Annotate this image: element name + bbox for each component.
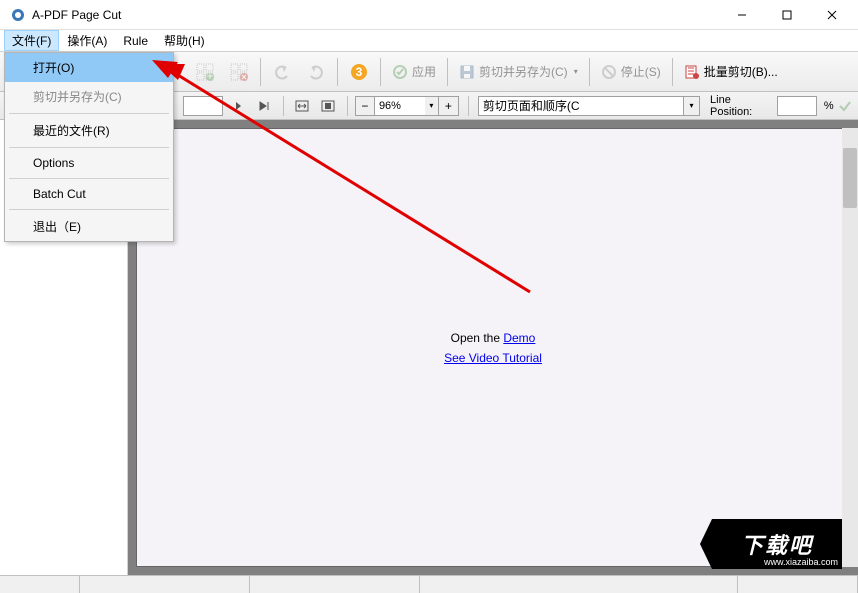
cut-save-as-label: 剪切并另存为(C) bbox=[479, 63, 568, 80]
apply-button[interactable]: 应用 bbox=[386, 56, 442, 88]
watermark-url: www.xiazaiba.com bbox=[764, 557, 838, 567]
zoom-out-button[interactable]: − bbox=[355, 96, 375, 116]
fit-page-button[interactable] bbox=[317, 95, 340, 117]
confirm-position-button[interactable] bbox=[837, 97, 854, 115]
line-position-unit: % bbox=[824, 100, 834, 112]
open-demo-line: Open the Demo bbox=[451, 331, 536, 345]
svg-text:3: 3 bbox=[356, 65, 363, 79]
grid-remove-button[interactable] bbox=[223, 56, 255, 88]
cut-order-combo[interactable]: 剪切页面和顺序(C ▾ bbox=[478, 96, 700, 116]
cut-save-as-button[interactable]: 剪切并另存为(C)▾ bbox=[453, 56, 584, 88]
menu-item-options[interactable]: Options bbox=[5, 150, 173, 176]
menu-rule[interactable]: Rule bbox=[115, 32, 156, 50]
document-page: Open the Demo See Video Tutorial bbox=[136, 128, 850, 567]
next-page-button[interactable] bbox=[226, 95, 249, 117]
line-position-label: Line Position: bbox=[710, 94, 774, 118]
menu-help[interactable]: 帮助(H) bbox=[156, 30, 213, 51]
menu-item-batch-cut[interactable]: Batch Cut bbox=[5, 181, 173, 207]
menu-item-recent[interactable]: 最近的文件(R) bbox=[5, 116, 173, 145]
minimize-button[interactable] bbox=[719, 1, 764, 29]
video-tutorial-link[interactable]: See Video Tutorial bbox=[444, 351, 542, 365]
window-title: A-PDF Page Cut bbox=[32, 8, 719, 22]
menu-item-cut-save-as[interactable]: 剪切并另存为(C) bbox=[5, 82, 173, 111]
page-number-input[interactable] bbox=[183, 96, 223, 116]
notification-button[interactable]: 3 bbox=[343, 56, 375, 88]
stop-label: 停止(S) bbox=[621, 63, 661, 80]
grid-add-button[interactable]: + bbox=[189, 56, 221, 88]
maximize-button[interactable] bbox=[764, 1, 809, 29]
cut-order-label: 剪切页面和顺序(C bbox=[479, 97, 683, 114]
vertical-scrollbar[interactable] bbox=[842, 128, 858, 567]
menu-file[interactable]: 文件(F) bbox=[4, 30, 59, 51]
menu-operation[interactable]: 操作(A) bbox=[59, 30, 115, 51]
chevron-down-icon[interactable]: ▾ bbox=[683, 97, 699, 115]
batch-cut-label: 批量剪切(B)... bbox=[704, 63, 778, 80]
menubar: 文件(F) 操作(A) Rule 帮助(H) bbox=[0, 30, 858, 52]
menu-item-exit[interactable]: 退出（E) bbox=[5, 212, 173, 241]
watermark-text: 下载吧 bbox=[741, 528, 813, 560]
apply-label: 应用 bbox=[412, 63, 436, 80]
file-dropdown-menu: 打开(O) 剪切并另存为(C) 最近的文件(R) Options Batch C… bbox=[4, 52, 174, 242]
svg-text:+: + bbox=[206, 69, 213, 82]
statusbar bbox=[0, 575, 858, 593]
last-page-button[interactable] bbox=[252, 95, 275, 117]
demo-link[interactable]: Demo bbox=[503, 331, 535, 345]
undo-button[interactable] bbox=[266, 56, 298, 88]
titlebar: A-PDF Page Cut bbox=[0, 0, 858, 30]
zoom-dropdown[interactable]: ▾ bbox=[425, 96, 439, 116]
watermark: 下载吧 www.xiazaiba.com bbox=[712, 519, 842, 569]
app-icon bbox=[10, 7, 26, 23]
batch-cut-button[interactable]: 批量剪切(B)... bbox=[678, 56, 784, 88]
document-area: Open the Demo See Video Tutorial bbox=[128, 120, 858, 575]
stop-button[interactable]: 停止(S) bbox=[595, 56, 667, 88]
zoom-value: 96% bbox=[375, 96, 425, 116]
fit-width-button[interactable] bbox=[291, 95, 314, 117]
redo-button[interactable] bbox=[300, 56, 332, 88]
close-button[interactable] bbox=[809, 1, 854, 29]
line-position-input[interactable] bbox=[777, 96, 817, 116]
zoom-in-button[interactable]: + bbox=[439, 96, 459, 116]
menu-item-open[interactable]: 打开(O) bbox=[5, 53, 173, 82]
